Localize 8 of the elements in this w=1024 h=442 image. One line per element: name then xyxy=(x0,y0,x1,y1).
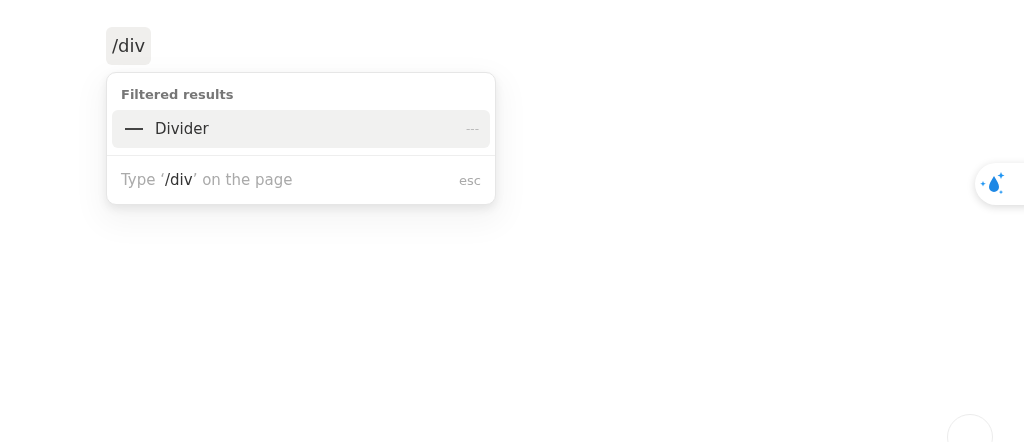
section-title: Filtered results xyxy=(120,86,235,104)
assistant-button[interactable] xyxy=(975,163,1024,205)
horizontal-line-icon xyxy=(125,127,143,131)
menu-item[interactable]: Divider --- xyxy=(112,110,490,148)
shortcut-hint: esc xyxy=(459,172,481,188)
hint-text: Type ‘/div’ on the page xyxy=(121,171,294,189)
typed-command: /div xyxy=(106,27,152,65)
shortcut-hint: --- xyxy=(466,122,479,136)
